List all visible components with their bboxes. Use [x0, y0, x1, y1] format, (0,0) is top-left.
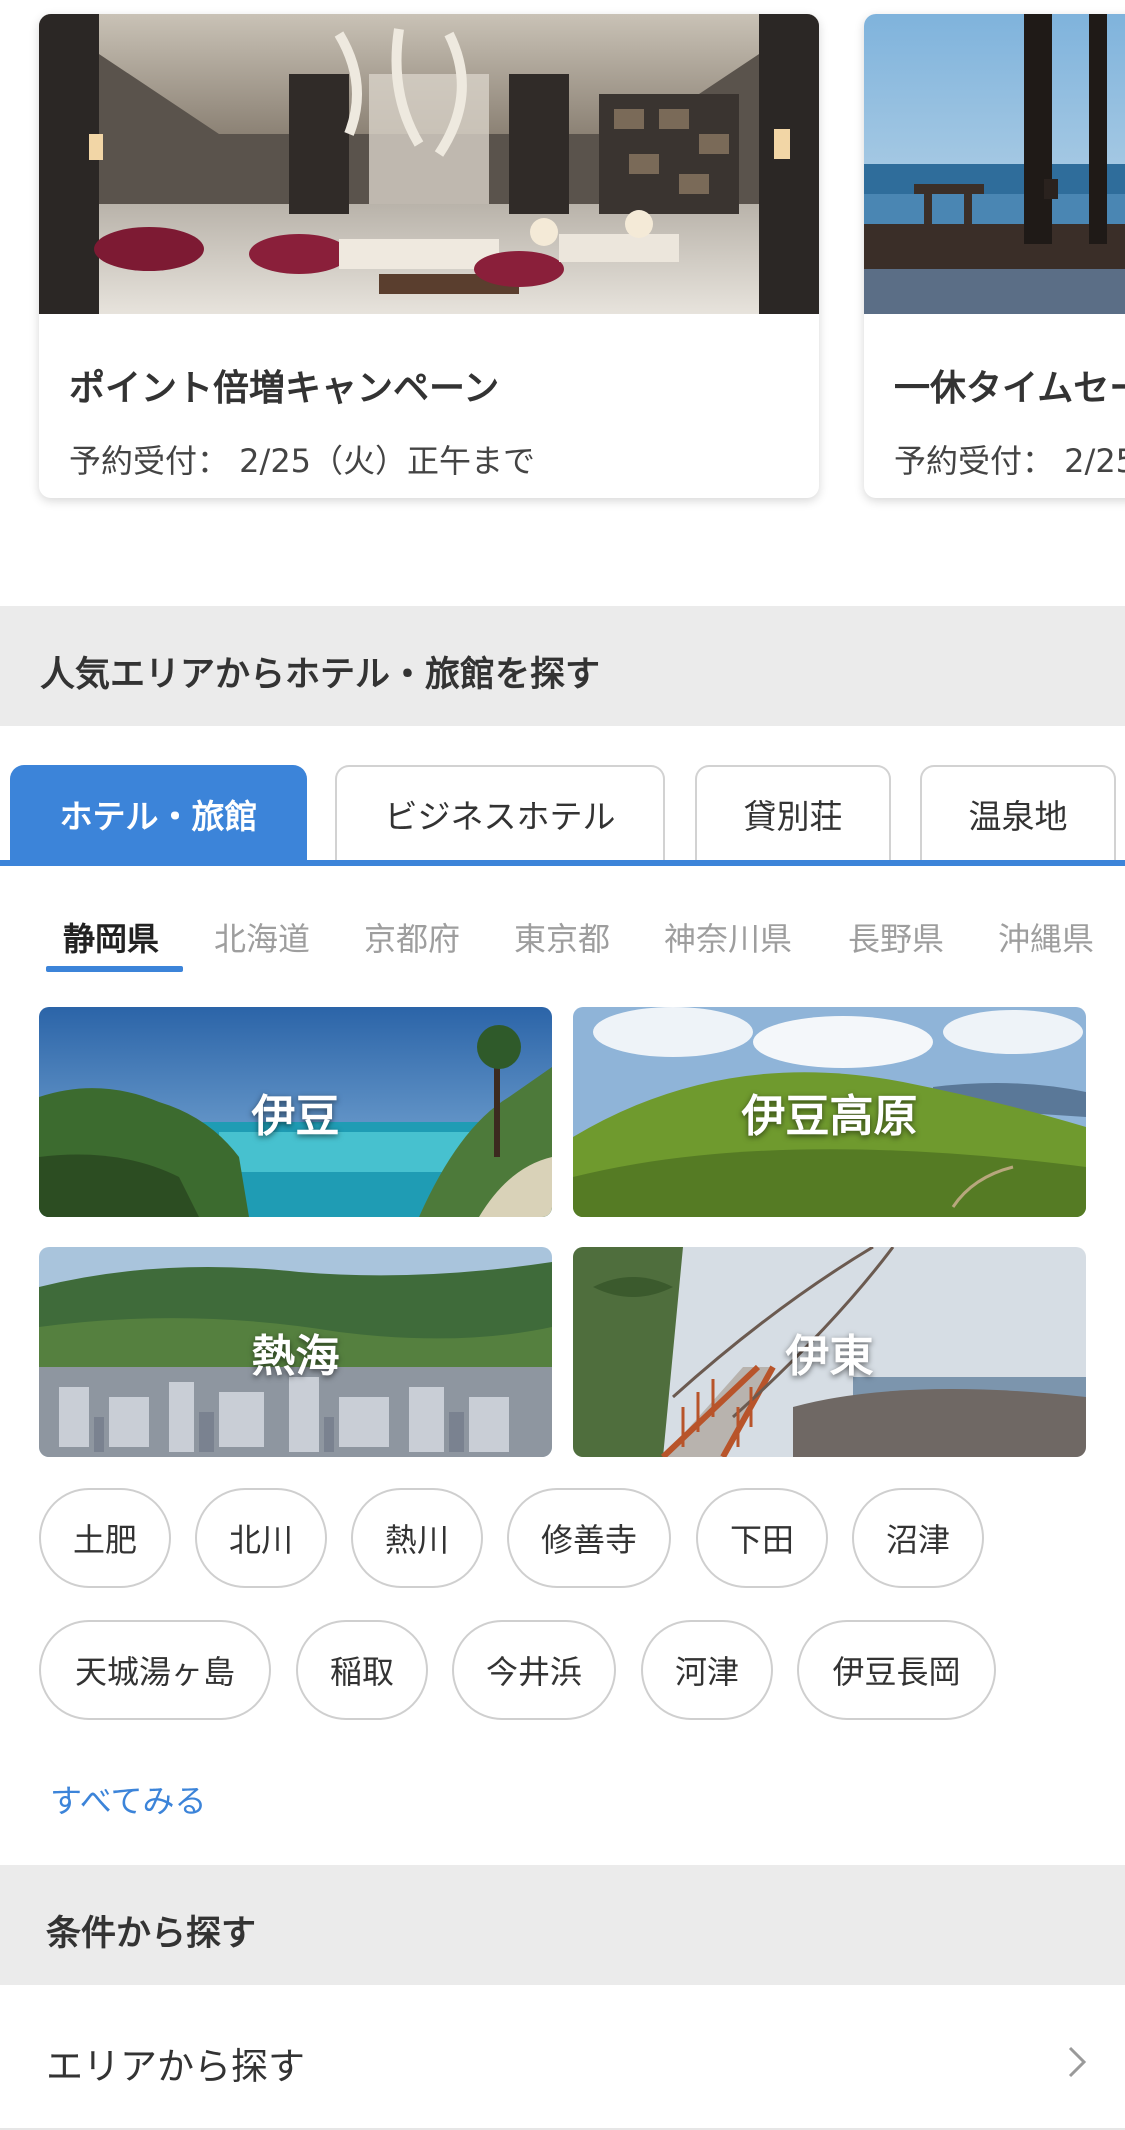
area-tile-label: 熱海	[251, 1331, 340, 1382]
search-by-area-row[interactable]: エリアから探す	[0, 1986, 1125, 2130]
area-tile-izu[interactable]: 伊豆	[39, 1007, 552, 1217]
campaign-card[interactable]: 一休タイムセール 予約受付： 2/25（火）正午まで	[864, 14, 1125, 498]
area-tile-atami[interactable]: 熱海	[39, 1247, 552, 1457]
campaign-image-ocean-view	[864, 14, 1125, 314]
campaign-period: 予約受付： 2/25（火）正午まで	[69, 442, 536, 480]
area-tile-izu-kogen[interactable]: 伊豆高原	[573, 1007, 1086, 1217]
tab-hotel-ryokan[interactable]: ホテル・旅館	[10, 765, 307, 861]
chevron-right-icon	[1068, 2046, 1087, 2078]
search-by-area-label: エリアから探す	[46, 2045, 305, 2088]
tab-hokkaido[interactable]: 北海道	[214, 914, 310, 960]
city-chip-toi[interactable]: 土肥	[39, 1488, 171, 1588]
area-tile-label: 伊豆高原	[741, 1091, 918, 1142]
city-chip-inatori[interactable]: 稲取	[296, 1620, 428, 1720]
tab-tokyo[interactable]: 東京都	[514, 914, 610, 960]
campaign-title: 一休タイムセール	[894, 368, 1125, 409]
area-tile-ito[interactable]: 伊東	[573, 1247, 1086, 1457]
city-chip-izu-nagaoka[interactable]: 伊豆長岡	[797, 1620, 996, 1720]
campaign-carousel: ポイント倍増キャンペーン 予約受付： 2/25（火）正午まで 一休タイムセ 予約…	[0, 0, 1125, 520]
campaign-image-hotel-lobby	[39, 14, 819, 314]
prefecture-tab-indicator	[46, 966, 183, 972]
tab-shizuoka[interactable]: 静岡県	[63, 914, 159, 960]
tab-vacation-rental[interactable]: 貸別荘	[695, 765, 891, 861]
campaign-period: 予約受付： 2/25（火）正午まで	[894, 442, 1125, 480]
conditions-header: 条件から探す	[0, 1865, 1125, 1985]
city-chip-numazu[interactable]: 沼津	[852, 1488, 984, 1588]
city-chip-atagawa[interactable]: 熱川	[351, 1488, 483, 1588]
city-chip-hokkawa[interactable]: 北川	[195, 1488, 327, 1588]
city-chip-shuzenji[interactable]: 修善寺	[507, 1488, 671, 1588]
tab-kanagawa[interactable]: 神奈川県	[664, 914, 792, 960]
tab-okinawa[interactable]: 沖縄県	[998, 914, 1094, 960]
city-chip-imaihama[interactable]: 今井浜	[452, 1620, 616, 1720]
tab-business-hotel[interactable]: ビジネスホテル	[335, 765, 665, 861]
tab-kyoto[interactable]: 京都府	[364, 914, 460, 960]
tab-nagano[interactable]: 長野県	[848, 914, 944, 960]
category-tabs: ホテル・旅館 ビジネスホテル 貸別荘 温泉地	[0, 760, 1125, 866]
tab-onsen[interactable]: 温泉地	[920, 765, 1116, 861]
see-all-link[interactable]: すべてみる	[50, 1776, 206, 1822]
popular-area-title: 人気エリアからホテル・旅館を探す	[40, 655, 601, 695]
conditions-title: 条件から探す	[46, 1914, 257, 1954]
area-tile-label: 伊東	[785, 1331, 874, 1382]
category-tab-underline	[0, 860, 1125, 866]
city-chip-shimoda[interactable]: 下田	[696, 1488, 828, 1588]
city-chip-amagi-yugashima[interactable]: 天城湯ヶ島	[39, 1620, 271, 1720]
campaign-title: ポイント倍増キャンペーン	[69, 368, 500, 409]
campaign-card[interactable]: ポイント倍増キャンペーン 予約受付： 2/25（火）正午まで	[39, 14, 819, 498]
popular-area-header: 人気エリアからホテル・旅館を探す	[0, 606, 1125, 726]
area-tile-label: 伊豆	[251, 1091, 340, 1142]
city-chip-kawazu[interactable]: 河津	[641, 1620, 773, 1720]
prefecture-tabs: 静岡県 北海道 京都府 東京都 神奈川県 長野県 沖縄県	[0, 890, 1125, 980]
